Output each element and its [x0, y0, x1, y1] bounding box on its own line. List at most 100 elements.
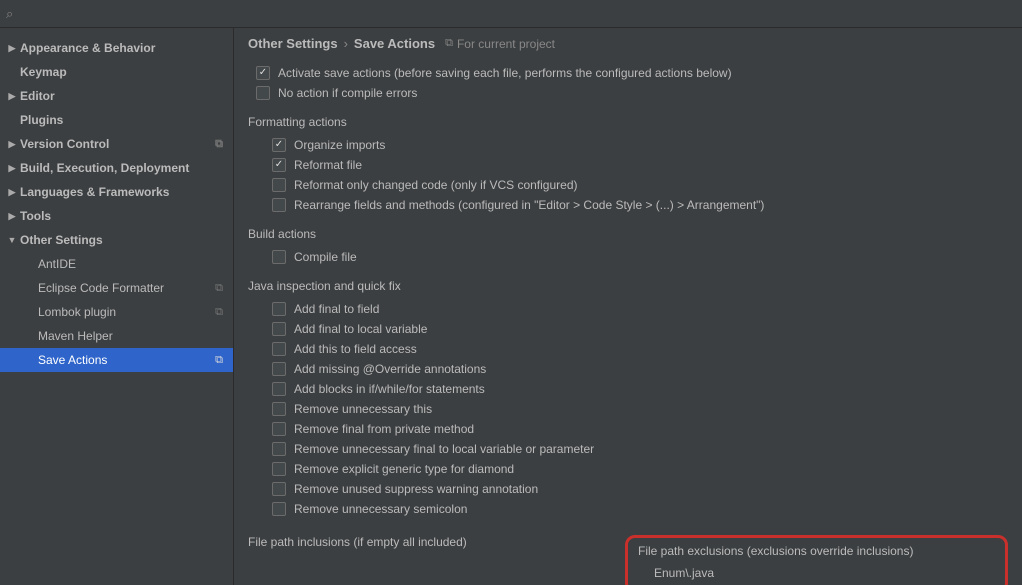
sidebar-item-appearance-behavior[interactable]: ▶Appearance & Behavior — [0, 36, 233, 60]
settings-sidebar: ▶Appearance & Behavior Keymap ▶Editor Plugi… — [0, 28, 234, 585]
project-scope-icon: ⧉ — [445, 37, 453, 50]
checkbox-row[interactable]: Add this to field access — [248, 339, 1008, 359]
checkbox-row[interactable]: Rearrange fields and methods (configured… — [248, 195, 1008, 215]
sidebar-item-label: Keymap — [20, 65, 67, 79]
sidebar-item-save-actions[interactable]: Save Actions⧉ — [0, 348, 233, 372]
checkbox[interactable] — [272, 422, 286, 436]
section-title: Java inspection and quick fix — [248, 279, 1008, 293]
checkbox-row[interactable]: Add blocks in if/while/for statements — [248, 379, 1008, 399]
sidebar-item-label: Save Actions — [38, 353, 107, 367]
checkbox-label: Remove unnecessary semicolon — [294, 502, 467, 516]
search-bar: ⌕ — [0, 0, 1022, 28]
breadcrumb-current: Save Actions — [354, 36, 435, 51]
checkbox-row[interactable]: Remove unnecessary this — [248, 399, 1008, 419]
checkbox[interactable] — [272, 302, 286, 316]
checkbox-label: Remove unused suppress warning annotatio… — [294, 482, 538, 496]
project-scope-icon: ⧉ — [215, 138, 223, 151]
sidebar-item-languages-frameworks[interactable]: ▶Languages & Frameworks — [0, 180, 233, 204]
checkbox[interactable] — [272, 158, 286, 172]
chevron-right-icon: ▶ — [6, 139, 18, 150]
checkbox-row[interactable]: Add missing @Override annotations — [248, 359, 1008, 379]
search-icon: ⌕ — [6, 6, 13, 22]
checkbox-label: Remove unnecessary final to local variab… — [294, 442, 594, 456]
checkbox-label: Reformat only changed code (only if VCS … — [294, 178, 577, 192]
checkbox[interactable] — [272, 342, 286, 356]
checkbox[interactable] — [272, 482, 286, 496]
path-panels: File path inclusions (if empty all inclu… — [248, 535, 1008, 585]
sidebar-item-version-control[interactable]: ▶Version Control ⧉ — [0, 132, 233, 156]
checkbox-row[interactable]: Add final to local variable — [248, 319, 1008, 339]
checkbox[interactable] — [272, 362, 286, 376]
sidebar-item-eclipse-code-formatter[interactable]: Eclipse Code Formatter ⧉ — [0, 276, 233, 300]
checkbox-row[interactable]: Remove unnecessary semicolon — [248, 499, 1008, 519]
sidebar-item-label: Plugins — [20, 113, 63, 127]
checkbox-row[interactable]: Organize imports — [248, 135, 1008, 155]
project-scope-text: For current project — [457, 37, 555, 51]
sidebar-item-label: Languages & Frameworks — [20, 185, 169, 199]
sidebar-item-build-execution-deployment[interactable]: ▶Build, Execution, Deployment — [0, 156, 233, 180]
chevron-right-icon: ▶ — [6, 187, 18, 198]
sidebar-item-label: Version Control — [20, 137, 109, 151]
sidebar-item-tools[interactable]: ▶Tools — [0, 204, 233, 228]
sidebar-item-label: Tools — [20, 209, 51, 223]
checkbox[interactable] — [272, 462, 286, 476]
chevron-right-icon: ▶ — [6, 163, 18, 174]
project-scope-icon: ⧉ — [215, 306, 223, 319]
sidebar-item-label: Other Settings — [20, 233, 103, 247]
sidebar-item-label: Maven Helper — [38, 329, 113, 343]
checkbox-label: Remove explicit generic type for diamond — [294, 462, 514, 476]
checkbox-row[interactable]: Add final to field — [248, 299, 1008, 319]
checkbox[interactable] — [256, 66, 270, 80]
chevron-down-icon: ▼ — [6, 235, 18, 245]
checkbox[interactable] — [272, 178, 286, 192]
sidebar-item-label: AntIDE — [38, 257, 76, 271]
checkbox-row[interactable]: Reformat file — [248, 155, 1008, 175]
main-layout: ▶Appearance & Behavior Keymap ▶Editor Plugi… — [0, 28, 1022, 585]
checkbox-row[interactable]: No action if compile errors — [248, 83, 1008, 103]
checkbox-row[interactable]: Remove unused suppress warning annotatio… — [248, 479, 1008, 499]
sidebar-item-antide[interactable]: AntIDE — [0, 252, 233, 276]
sidebar-item-lombok-plugin[interactable]: Lombok plugin ⧉ — [0, 300, 233, 324]
project-scope-icon: ⧉ — [215, 282, 223, 295]
checkbox-row[interactable]: Remove unnecessary final to local variab… — [248, 439, 1008, 459]
sidebar-item-label: Build, Execution, Deployment — [20, 161, 189, 175]
checkbox-label: No action if compile errors — [278, 86, 417, 100]
inclusions-title: File path inclusions (if empty all inclu… — [248, 535, 605, 549]
checkbox[interactable] — [272, 442, 286, 456]
sidebar-item-editor[interactable]: ▶Editor — [0, 84, 233, 108]
checkbox-row[interactable]: Remove final from private method — [248, 419, 1008, 439]
checkbox-row[interactable]: Reformat only changed code (only if VCS … — [248, 175, 1008, 195]
sidebar-item-other-settings[interactable]: ▼Other Settings — [0, 228, 233, 252]
breadcrumb-parent[interactable]: Other Settings — [248, 36, 338, 51]
search-input[interactable] — [17, 7, 1016, 21]
checkbox-label: Add missing @Override annotations — [294, 362, 486, 376]
checkbox-row[interactable]: Activate save actions (before saving eac… — [248, 63, 1008, 83]
sidebar-item-maven-helper[interactable]: Maven Helper — [0, 324, 233, 348]
checkbox[interactable] — [272, 382, 286, 396]
checkbox-label: Rearrange fields and methods (configured… — [294, 198, 764, 212]
checkbox[interactable] — [272, 138, 286, 152]
exclusions-panel: File path exclusions (exclusions overrid… — [625, 535, 1008, 585]
checkbox-label: Organize imports — [294, 138, 385, 152]
section-title: Build actions — [248, 227, 1008, 241]
checkbox-label: Add final to field — [294, 302, 379, 316]
checkbox[interactable] — [256, 86, 270, 100]
section-title: Formatting actions — [248, 115, 1008, 129]
checkbox-row[interactable]: Remove explicit generic type for diamond — [248, 459, 1008, 479]
chevron-right-icon: ▶ — [6, 43, 18, 54]
sidebar-item-keymap[interactable]: Keymap — [0, 60, 233, 84]
checkbox[interactable] — [272, 502, 286, 516]
checkbox-row[interactable]: Compile file — [248, 247, 1008, 267]
sidebar-item-label: Lombok plugin — [38, 305, 116, 319]
sidebar-item-label: Eclipse Code Formatter — [38, 281, 164, 295]
checkbox[interactable] — [272, 402, 286, 416]
exclusions-list-item[interactable]: Enum\.java — [638, 566, 995, 580]
chevron-right-icon: › — [344, 36, 348, 51]
checkbox[interactable] — [272, 322, 286, 336]
content-pane: Other Settings › Save Actions ⧉ For curr… — [234, 28, 1022, 585]
chevron-right-icon: ▶ — [6, 211, 18, 222]
checkbox[interactable] — [272, 250, 286, 264]
sidebar-item-plugins[interactable]: Plugins — [0, 108, 233, 132]
checkbox[interactable] — [272, 198, 286, 212]
chevron-right-icon: ▶ — [6, 91, 18, 102]
